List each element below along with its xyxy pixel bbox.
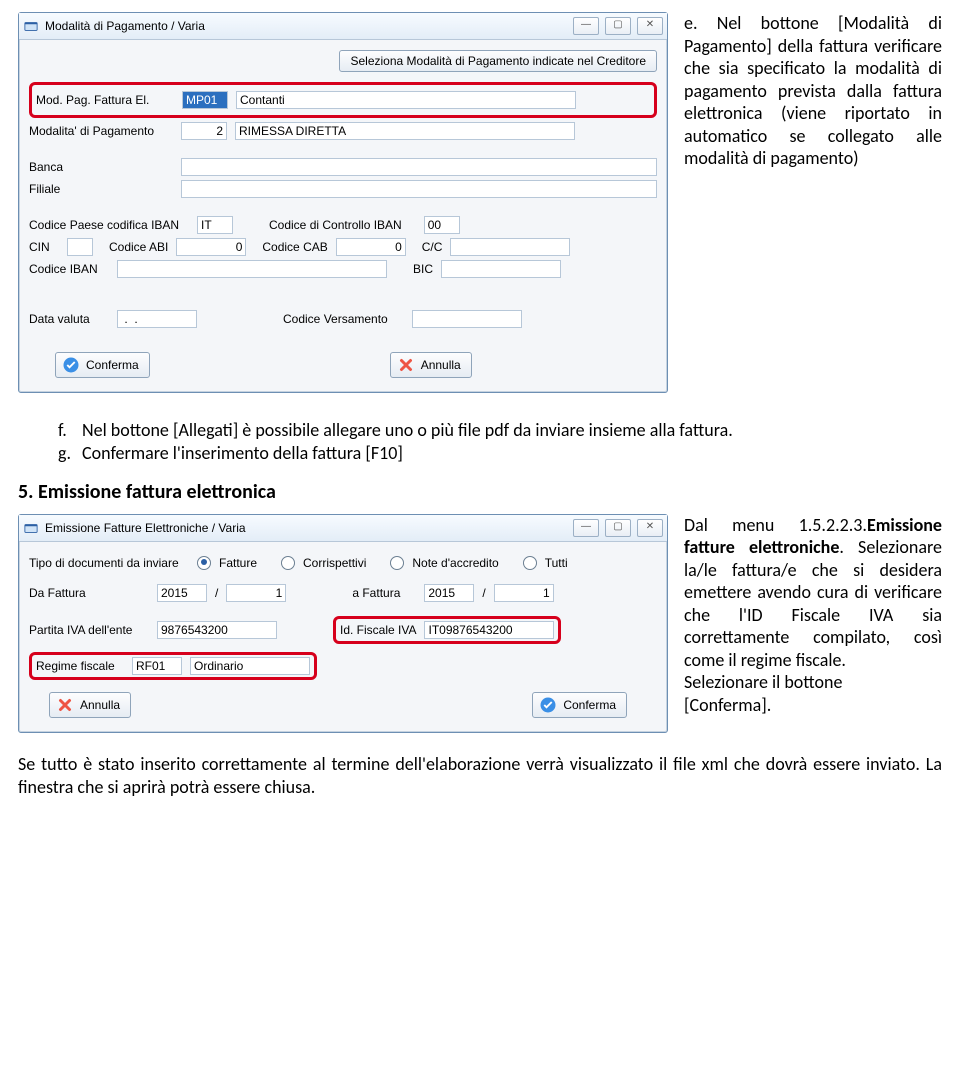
note-f: f. Nel bottone [Allegati] è possibile al… [58, 419, 942, 442]
mp01-highlight: Mod. Pag. Fattura El. [29, 82, 657, 118]
close-button[interactable]: ✕ [637, 17, 663, 35]
label-cod-cab: Codice CAB [262, 240, 327, 254]
label-data-valuta: Data valuta [29, 312, 109, 326]
radio-note-label: Note d'accredito [412, 556, 498, 570]
app-icon [23, 18, 39, 34]
regime-desc-input[interactable] [190, 657, 310, 675]
cod-abi-input[interactable] [176, 238, 246, 256]
radio-fatture[interactable] [197, 556, 211, 570]
radio-corr-label: Corrispettivi [303, 556, 366, 570]
da-year-input[interactable] [157, 584, 207, 602]
note-5-p2: Selezionare il bottone [684, 671, 942, 694]
label-mod-pag-fattura-el: Mod. Pag. Fattura El. [36, 93, 174, 107]
note-e-text: Nel bottone [Modalità di Pagamento] dell… [684, 12, 942, 169]
a-year-input[interactable] [424, 584, 474, 602]
note-5-p3: [Conferma]. [684, 694, 942, 717]
bic-input[interactable] [441, 260, 561, 278]
radio-tutti[interactable] [523, 556, 537, 570]
label-cod-versamento: Codice Versamento [283, 312, 388, 326]
conferma-button[interactable]: Conferma [55, 352, 150, 378]
label-cod-abi: Codice ABI [109, 240, 168, 254]
minimize-button[interactable]: — [573, 519, 599, 537]
id-fiscale-highlight: Id. Fiscale IVA [333, 616, 561, 644]
note-e-marker: e. [684, 12, 698, 34]
filiale-input[interactable] [181, 180, 657, 198]
label-cod-controllo: Codice di Controllo IBAN [269, 218, 402, 232]
radio-fatture-label: Fatture [219, 556, 257, 570]
bottom-note: Se tutto è stato inserito correttamente … [18, 753, 942, 800]
cancel-icon [56, 696, 74, 714]
close-button[interactable]: ✕ [637, 519, 663, 537]
data-valuta-input[interactable] [117, 310, 197, 328]
da-num-input[interactable] [226, 584, 286, 602]
regime-code-input[interactable] [132, 657, 182, 675]
label-piva: Partita IVA dell'ente [29, 623, 149, 637]
note-g-text: Confermare l'inserimento della fattura [… [82, 442, 403, 465]
label-bic: BIC [413, 262, 433, 276]
annulla-label: Annulla [421, 358, 461, 372]
check-icon [539, 696, 557, 714]
label-id-fiscale: Id. Fiscale IVA [340, 623, 416, 637]
note-f-text: Nel bottone [Allegati] è possibile alleg… [82, 419, 733, 442]
annulla-button-2[interactable]: Annulla [49, 692, 131, 718]
cc-input[interactable] [450, 238, 570, 256]
mp01-code-input[interactable] [182, 91, 228, 109]
dialog-title: Modalità di Pagamento / Varia [43, 19, 569, 33]
minimize-button[interactable]: — [573, 17, 599, 35]
label-modalita-pag: Modalita' di Pagamento [29, 124, 173, 138]
titlebar: Modalità di Pagamento / Varia — ▢ ✕ [19, 13, 667, 40]
note-f-marker: f. [58, 419, 72, 442]
conferma-label: Conferma [86, 358, 139, 372]
note-5-right: Dal menu 1.5.2.2.3.Emissione fatture ele… [684, 514, 942, 717]
dialog2-title: Emissione Fatture Elettroniche / Varia [43, 521, 569, 535]
label-banca: Banca [29, 160, 173, 174]
piva-input[interactable] [157, 621, 277, 639]
cod-iban-input[interactable] [117, 260, 387, 278]
mp01-desc-input[interactable] [236, 91, 576, 109]
annulla-label-2: Annulla [80, 698, 120, 712]
note-5-p1a: Dal menu 1.5.2.2.3. [684, 514, 867, 536]
maximize-button[interactable]: ▢ [605, 519, 631, 537]
radio-corrispettivi[interactable] [281, 556, 295, 570]
cod-versamento-input[interactable] [412, 310, 522, 328]
cod-paese-input[interactable] [197, 216, 233, 234]
radio-tutti-label: Tutti [545, 556, 568, 570]
modalita-desc-input[interactable] [235, 122, 575, 140]
note-g-marker: g. [58, 442, 72, 465]
label-cod-paese: Codice Paese codifica IBAN [29, 218, 189, 232]
label-a-fattura: a Fattura [352, 586, 400, 600]
a-num-input[interactable] [494, 584, 554, 602]
note-g: g. Confermare l'inserimento della fattur… [58, 442, 942, 465]
note-e: e. Nel bottone [Modalità di Pagamento] d… [684, 12, 942, 393]
maximize-button[interactable]: ▢ [605, 17, 631, 35]
titlebar-2: Emissione Fatture Elettroniche / Varia —… [19, 515, 667, 542]
emission-dialog: Emissione Fatture Elettroniche / Varia —… [18, 514, 668, 733]
cod-controllo-input[interactable] [424, 216, 460, 234]
label-regime: Regime fiscale [36, 659, 124, 673]
label-tipo-doc: Tipo di documenti da inviare [29, 556, 189, 570]
cod-cab-input[interactable] [336, 238, 406, 256]
label-cin: CIN [29, 240, 59, 254]
cancel-icon [397, 356, 415, 374]
label-cod-iban: Codice IBAN [29, 262, 109, 276]
modalita-code-input[interactable] [181, 122, 227, 140]
conferma-button-2[interactable]: Conferma [532, 692, 627, 718]
select-creditor-mode-button[interactable]: Seleziona Modalità di Pagamento indicate… [339, 50, 657, 72]
label-cc: C/C [422, 240, 443, 254]
conferma-label-2: Conferma [563, 698, 616, 712]
banca-input[interactable] [181, 158, 657, 176]
id-fiscale-input[interactable] [424, 621, 554, 639]
radio-note[interactable] [390, 556, 404, 570]
label-da-fattura: Da Fattura [29, 586, 149, 600]
regime-highlight: Regime fiscale [29, 652, 317, 680]
annulla-button[interactable]: Annulla [390, 352, 472, 378]
payment-mode-dialog: Modalità di Pagamento / Varia — ▢ ✕ Sele… [18, 12, 668, 393]
label-filiale: Filiale [29, 182, 173, 196]
section-5-heading: 5. Emissione fattura elettronica [18, 480, 942, 504]
app-icon [23, 520, 39, 536]
cin-input[interactable] [67, 238, 93, 256]
check-icon [62, 356, 80, 374]
